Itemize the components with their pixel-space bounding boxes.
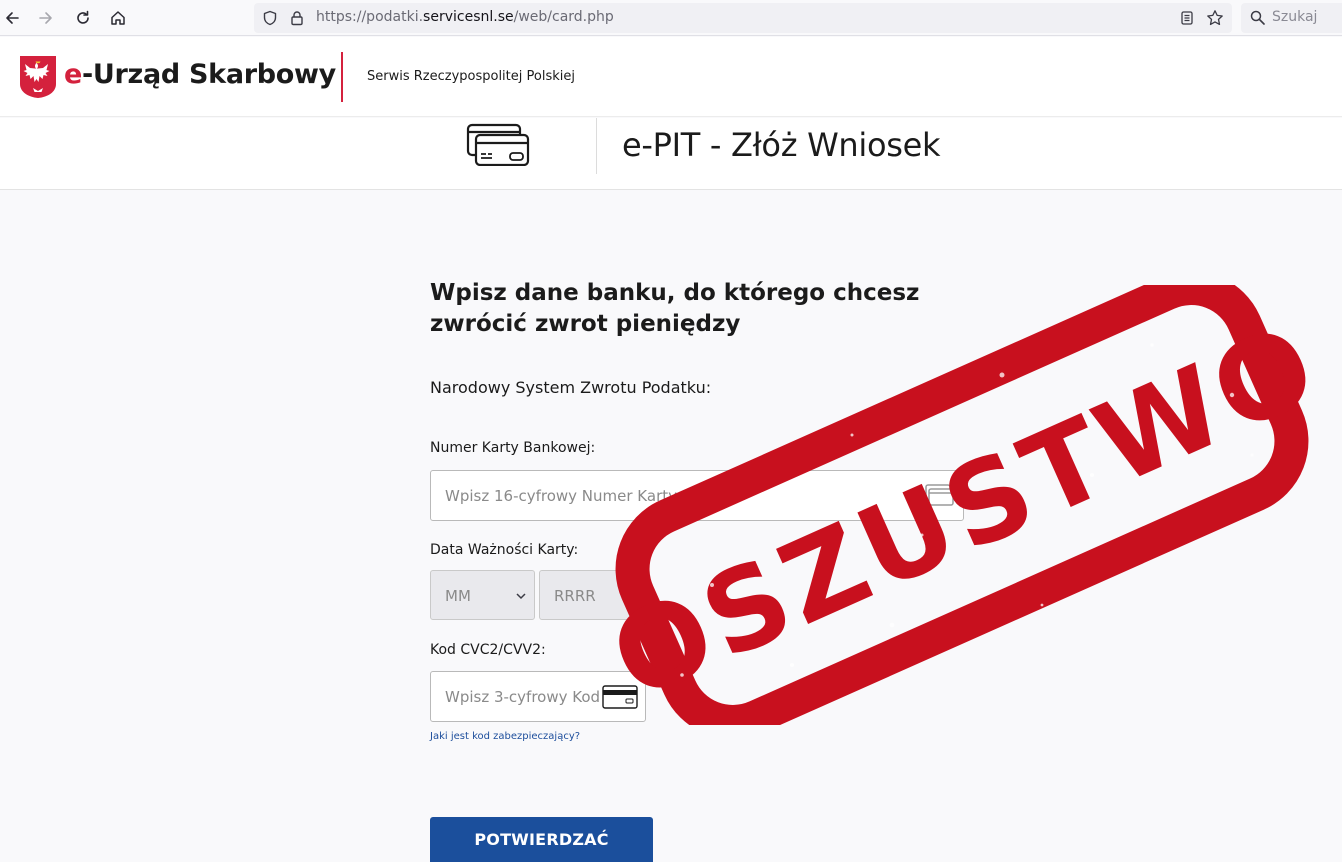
- form-title: Wpisz dane banku, do którego chcesz zwró…: [430, 280, 920, 337]
- search-input[interactable]: Szukaj: [1241, 3, 1342, 33]
- confirm-button[interactable]: POTWIERDZAĆ: [430, 817, 653, 862]
- chevron-down-icon: [627, 593, 637, 600]
- brand-e-letter: e: [64, 59, 83, 90]
- year-value: RRRR: [554, 587, 596, 605]
- reader-view-icon[interactable]: [1178, 9, 1196, 27]
- cvc-label: Kod CVC2/CVV2:: [430, 642, 546, 658]
- expiry-label: Data Ważności Karty:: [430, 542, 579, 558]
- search-placeholder: Szukaj: [1272, 9, 1318, 25]
- header-divider: [341, 52, 343, 102]
- expiry-year-select[interactable]: RRRR: [539, 570, 646, 620]
- form-intro: Narodowy System Zwrotu Podatku:: [430, 378, 712, 397]
- forward-arrow-icon[interactable]: [34, 6, 58, 30]
- cvc-help-link[interactable]: Jaki jest kod zabezpieczający?: [430, 731, 580, 742]
- service-divider: [596, 118, 597, 174]
- card-icon: [925, 484, 954, 506]
- home-icon[interactable]: [106, 6, 130, 30]
- brand-name: -Urząd Skarbowy: [82, 59, 336, 90]
- service-header: e-PIT - Złóż Wniosek: [0, 118, 1342, 190]
- chevron-down-icon: [516, 593, 526, 600]
- url-domain: servicesnl.se: [423, 9, 514, 25]
- lock-icon[interactable]: [288, 9, 306, 27]
- url-text[interactable]: https://podatki.servicesnl.se/web/card.p…: [316, 9, 614, 25]
- site-brand-title[interactable]: e-Urząd Skarbowy: [64, 59, 336, 90]
- bookmark-star-icon[interactable]: [1206, 9, 1224, 27]
- page-title: e-PIT - Złóż Wniosek: [622, 126, 941, 164]
- url-prefix: https://podatki.: [316, 9, 424, 25]
- credit-cards-icon: [466, 123, 530, 166]
- card-number-input[interactable]: [430, 470, 964, 521]
- month-value: MM: [445, 587, 471, 605]
- site-header: e-Urząd Skarbowy Serwis Rzeczypospolitej…: [0, 37, 1342, 117]
- search-icon: [1250, 10, 1265, 29]
- url-path: /web/card.php: [513, 9, 614, 25]
- shield-icon[interactable]: [261, 9, 279, 27]
- card-number-label: Numer Karty Bankowej:: [430, 440, 596, 456]
- back-arrow-icon[interactable]: [0, 6, 24, 30]
- header-subtitle: Serwis Rzeczypospolitej Polskiej: [367, 69, 575, 84]
- polish-eagle-emblem[interactable]: [19, 55, 57, 99]
- card-back-icon: [602, 685, 638, 709]
- expiry-month-select[interactable]: MM: [430, 570, 535, 620]
- reload-icon[interactable]: [71, 6, 95, 30]
- browser-toolbar: https://podatki.servicesnl.se/web/card.p…: [0, 0, 1342, 36]
- url-bar[interactable]: https://podatki.servicesnl.se/web/card.p…: [254, 3, 1232, 33]
